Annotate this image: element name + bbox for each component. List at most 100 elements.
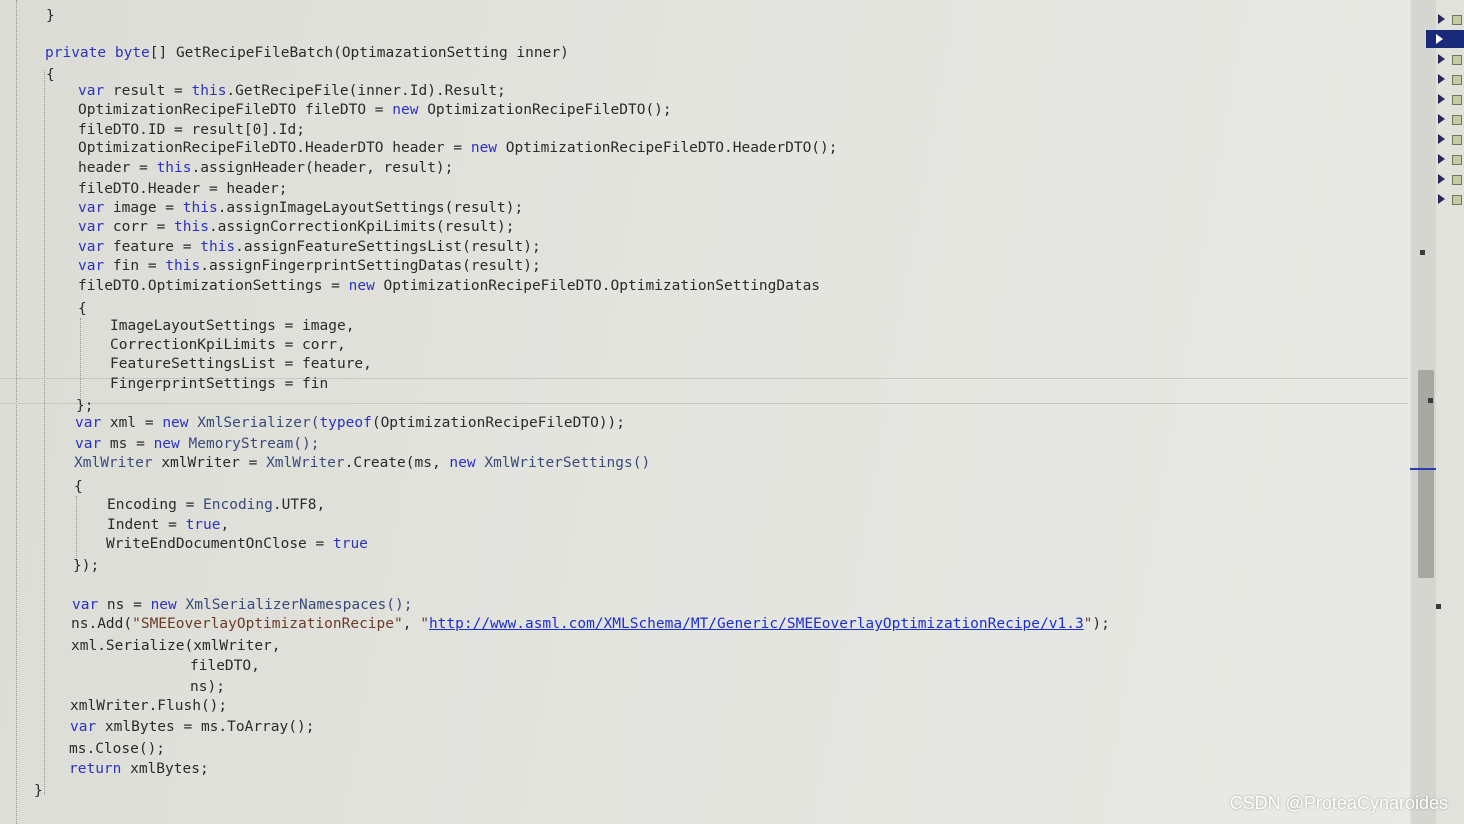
code-token: XmlWriter	[266, 455, 345, 471]
indent-guide	[44, 70, 45, 795]
code-line[interactable]: };	[76, 397, 93, 415]
code-line[interactable]: ns);	[190, 678, 225, 696]
code-token: fin =	[112, 258, 166, 274]
code-line[interactable]: var ms = new MemoryStream();	[75, 435, 319, 453]
code-token: OptimizationRecipeFileDTO.OptimizationSe…	[383, 278, 821, 294]
code-line[interactable]: {	[74, 478, 83, 496]
code-token: {	[74, 479, 83, 495]
member-icon	[1452, 155, 1462, 165]
expand-arrow-icon[interactable]	[1438, 54, 1445, 64]
code-token: var	[78, 239, 113, 255]
expand-arrow-icon[interactable]	[1438, 194, 1445, 204]
code-token: typeof	[319, 415, 372, 431]
code-token: true	[332, 536, 368, 552]
code-line[interactable]: XmlWriter xmlWriter = XmlWriter.Create(m…	[74, 454, 650, 472]
code-token: .Create(ms,	[344, 455, 450, 471]
code-line[interactable]: fileDTO.OptimizationSettings = new Optim…	[78, 277, 820, 295]
code-token: FeatureSettingsList = feature,	[110, 356, 372, 372]
code-line[interactable]: WriteEndDocumentOnClose = true	[106, 535, 368, 553]
code-token: var	[78, 219, 113, 235]
member-icon	[1452, 55, 1462, 65]
code-line[interactable]: CorrectionKpiLimits = corr,	[110, 336, 346, 354]
expand-arrow-icon[interactable]	[1438, 94, 1445, 104]
code-line[interactable]: });	[73, 557, 99, 575]
expand-arrow-icon[interactable]	[1438, 174, 1445, 184]
outline-item-selected[interactable]	[1426, 30, 1464, 48]
code-token: (OptimizationRecipeFileDTO));	[371, 415, 626, 431]
code-line[interactable]: fileDTO.Header = header;	[78, 180, 288, 198]
expand-arrow-icon[interactable]	[1438, 134, 1445, 144]
code-line[interactable]: header = this.assignHeader(header, resul…	[78, 159, 453, 177]
code-token: XmlWriterSettings()	[484, 455, 651, 471]
code-line[interactable]: ImageLayoutSettings = image,	[110, 317, 354, 335]
code-line[interactable]: xmlWriter.Flush();	[70, 697, 227, 715]
expand-arrow-icon[interactable]	[1438, 74, 1445, 84]
code-token: fileDTO.ID = result[0].Id;	[78, 122, 305, 138]
code-line[interactable]: var result = this.GetRecipeFile(inner.Id…	[78, 82, 506, 100]
code-link[interactable]: http://www.asml.com/XMLSchema/MT/Generic…	[429, 616, 1084, 632]
code-token: new	[392, 102, 428, 118]
code-line[interactable]: {	[46, 66, 55, 84]
code-token: this	[191, 83, 227, 99]
code-line[interactable]: var ns = new XmlSerializerNamespaces();	[72, 596, 412, 614]
code-line[interactable]: FeatureSettingsList = feature,	[110, 355, 372, 373]
code-line[interactable]: }	[34, 782, 43, 800]
expand-arrow-icon[interactable]	[1436, 34, 1443, 44]
code-line[interactable]: }	[46, 7, 55, 25]
code-token: var	[75, 436, 110, 452]
code-token: .GetRecipeFile(inner.Id).Result;	[226, 83, 506, 99]
code-line[interactable]: fileDTO.ID = result[0].Id;	[78, 121, 305, 139]
expand-arrow-icon[interactable]	[1438, 14, 1445, 24]
code-token: xmlBytes = ms.ToArray();	[104, 719, 315, 735]
code-token: byte	[114, 45, 150, 61]
code-line[interactable]: xml.Serialize(xmlWriter,	[71, 637, 281, 655]
member-icon	[1452, 175, 1462, 185]
code-line[interactable]: return xmlBytes;	[69, 760, 209, 778]
code-token: var	[75, 415, 110, 431]
code-token: var	[72, 597, 107, 613]
code-editor[interactable]: } private byte[] GetRecipeFileBatch(Optim…	[0, 0, 1410, 824]
code-token: };	[76, 398, 94, 414]
code-token: fileDTO,	[190, 658, 260, 674]
code-token: XmlWriter	[74, 455, 162, 471]
code-token: xml =	[109, 415, 163, 431]
code-token: Encoding =	[107, 497, 204, 513]
code-line[interactable]: Indent = true,	[107, 516, 229, 534]
code-line[interactable]: var xmlBytes = ms.ToArray();	[70, 718, 314, 736]
code-line[interactable]: OptimizationRecipeFileDTO fileDTO = new …	[78, 101, 672, 119]
code-token: .assignFeatureSettingsList(result);	[235, 239, 541, 255]
code-token: xmlWriter.Flush();	[70, 698, 228, 714]
code-token: corr =	[112, 219, 175, 235]
code-line[interactable]: var feature = this.assignFeatureSettings…	[78, 238, 541, 256]
code-token: image =	[112, 200, 183, 216]
code-token: xml.Serialize(xmlWriter,	[71, 638, 281, 654]
code-line[interactable]: var image = this.assignImageLayoutSettin…	[78, 199, 523, 217]
code-token: new	[150, 597, 186, 613]
code-token: ImageLayoutSettings = image,	[110, 318, 355, 334]
code-line[interactable]: var fin = this.assignFingerprintSettingD…	[78, 257, 541, 275]
code-token: MemoryStream();	[188, 436, 320, 452]
expand-arrow-icon[interactable]	[1438, 114, 1445, 124]
code-token: });	[73, 558, 100, 574]
code-line[interactable]: ms.Close();	[69, 740, 165, 758]
code-token: this	[156, 160, 192, 176]
code-token: result =	[112, 83, 192, 99]
code-line[interactable]: ns.Add("SMEEoverlayOptimizationRecipe", …	[71, 615, 1110, 633]
marker-icon	[1420, 250, 1425, 255]
code-line[interactable]: FingerprintSettings = fin	[110, 375, 328, 393]
code-line[interactable]: Encoding = Encoding.UTF8,	[107, 496, 325, 514]
code-line[interactable]: OptimizationRecipeFileDTO.HeaderDTO head…	[78, 139, 838, 157]
code-line[interactable]: private byte[] GetRecipeFileBatch(Optima…	[45, 44, 569, 62]
code-token: true	[185, 517, 221, 533]
code-line[interactable]: fileDTO,	[190, 657, 260, 675]
code-token: .assignHeader(header, result);	[191, 160, 454, 176]
code-token: var	[70, 719, 105, 735]
indent-guide	[76, 496, 77, 562]
code-line[interactable]: var xml = new XmlSerializer(typeof(Optim…	[75, 414, 625, 432]
code-token: [] GetRecipeFileBatch(OptimazationSettin…	[149, 45, 569, 61]
code-line[interactable]: var corr = this.assignCorrectionKpiLimit…	[78, 218, 515, 236]
code-token: ,	[220, 517, 230, 533]
expand-arrow-icon[interactable]	[1438, 154, 1445, 164]
code-line[interactable]: {	[78, 300, 87, 318]
code-token: {	[46, 67, 55, 83]
